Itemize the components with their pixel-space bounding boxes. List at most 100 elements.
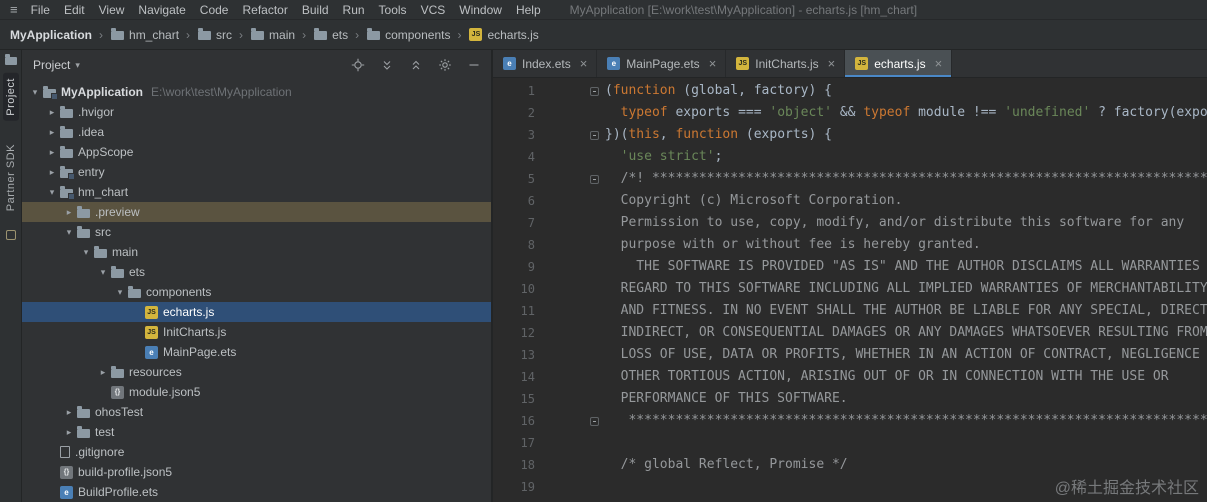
breadcrumb-item-hm-chart[interactable]: hm_chart [108,28,181,42]
chevron-down-icon[interactable]: ▾ [79,247,93,258]
tree-item-label: MyApplication [61,85,144,99]
breadcrumb-label: MyApplication [10,27,93,42]
tab-label: InitCharts.js [755,56,819,71]
module-folder-icon [60,185,75,200]
chevron-right-icon[interactable]: ▸ [45,127,59,138]
tree-item-label: InitCharts.js [163,325,227,339]
code-text: (function (global, factory) { [605,83,832,98]
gutter [535,102,605,124]
watermark: @稀土掘金技术社区 [1054,480,1199,497]
menu-item-refactor[interactable]: Refactor [235,1,294,19]
menu-item-view[interactable]: View [92,1,132,19]
menu-item-build[interactable]: Build [295,1,336,19]
tree-item-mainpage-ets[interactable]: e MainPage.ets [22,342,491,362]
breadcrumb-item-ets[interactable]: ets [311,28,350,42]
tree-item-buildprofile-ets[interactable]: e BuildProfile.ets [22,482,491,502]
breadcrumb-item-echarts-js[interactable]: JS echarts.js [466,28,540,42]
folder-icon [111,28,125,40]
breadcrumb-item-myapplication[interactable]: MyApplication [8,28,94,42]
menu-item-file[interactable]: File [24,1,57,19]
gutter [535,212,605,234]
menu-item-navigate[interactable]: Navigate [131,1,192,19]
chevron-down-icon[interactable]: ▾ [96,267,110,278]
chevron-down-icon[interactable]: ▾ [75,60,80,71]
collapse-all-icon[interactable] [409,58,423,72]
tree-item-resources[interactable]: ▸ resources [22,362,491,382]
chevron-right-icon[interactable]: ▸ [45,167,59,178]
menu-item-tools[interactable]: Tools [372,1,414,19]
tree-item-preview[interactable]: ▸ .preview [22,202,491,222]
chevron-down-icon[interactable]: ▾ [113,287,127,298]
code-area: 1 (function (global, factory) {2 typeof e… [493,78,1207,502]
tool-window-button-project[interactable]: Project [2,73,19,121]
tree-item-src[interactable]: ▾ src [22,222,491,242]
chevron-right-icon[interactable]: ▸ [62,207,76,218]
settings-gear-icon[interactable] [438,58,452,72]
tab-echarts-js[interactable]: JS echarts.js × [845,50,953,77]
tree-item-myapplication[interactable]: ▾ MyApplication E:\work\test\MyApplication [22,82,491,102]
tree-item-gitignore[interactable]: .gitignore [22,442,491,462]
breadcrumb-item-src[interactable]: src [195,28,234,42]
tree-item-label: build-profile.json5 [78,465,173,479]
locate-file-icon[interactable] [351,58,365,72]
tree-item-label: BuildProfile.ets [78,485,159,499]
folder-icon [128,285,141,298]
fold-icon[interactable] [590,86,599,96]
tree-item-hvigor[interactable]: ▸ .hvigor [22,102,491,122]
code-line: 8 purpose with or without fee is hereby … [493,234,1207,256]
tree-item-test[interactable]: ▸ test [22,422,491,442]
tree-item-label: entry [78,165,105,179]
close-tab-icon[interactable]: × [709,56,717,71]
tool-window-button-partner-sdk[interactable]: Partner SDK [3,139,19,216]
tree-item-main[interactable]: ▾ main [22,242,491,262]
chevron-down-icon[interactable]: ▾ [45,187,59,198]
expand-all-icon[interactable] [380,58,394,72]
tree-item-initcharts-js[interactable]: JS InitCharts.js [22,322,491,342]
menu-item-vcs[interactable]: VCS [414,1,453,19]
breadcrumb-item-components[interactable]: components [364,28,452,42]
tab-index-ets[interactable]: e Index.ets × [493,50,598,77]
tree-item-module-json5[interactable]: {} module.json5 [22,382,491,402]
chevron-right-icon[interactable]: ▸ [62,427,76,438]
tree-item-ohostest[interactable]: ▸ ohosTest [22,402,491,422]
tree-item-ets[interactable]: ▾ ets [22,262,491,282]
chevron-right-icon[interactable]: ▸ [45,107,59,118]
code-line: 6 Copyright (c) Microsoft Corporation. [493,190,1207,212]
tree-item-hm-chart[interactable]: ▾ hm_chart [22,182,491,202]
close-tab-icon[interactable]: × [828,56,836,71]
chevron-down-icon[interactable]: ▾ [28,87,42,98]
line-number: 12 [520,326,535,340]
menu-item-code[interactable]: Code [193,1,236,19]
tab-initcharts-js[interactable]: JS InitCharts.js × [726,50,846,77]
main-menu-icon[interactable]: ≡ [4,2,24,17]
close-tab-icon[interactable]: × [580,56,588,71]
tree-item-label: components [146,285,212,299]
chevron-right-icon[interactable]: ▸ [45,147,59,158]
code-line: 1 (function (global, factory) { [493,80,1207,102]
breadcrumb-item-main[interactable]: main [248,28,297,42]
tree-item-build-profile-json5[interactable]: {} build-profile.json5 [22,462,491,482]
tree-item-components[interactable]: ▾ components [22,282,491,302]
tab-mainpage-ets[interactable]: e MainPage.ets × [597,50,727,77]
chevron-down-icon[interactable]: ▾ [62,227,76,238]
close-tab-icon[interactable]: × [935,56,943,71]
fold-icon[interactable] [590,174,599,184]
fold-icon[interactable] [590,416,599,426]
chevron-right-icon[interactable]: ▸ [96,367,110,378]
project-tool-icon[interactable] [4,54,17,65]
sdk-tool-icon[interactable] [5,230,16,240]
main-body: Project Partner SDK Project ▾ ▾ MyApplica… [0,50,1207,502]
menu-item-help[interactable]: Help [509,1,548,19]
hide-panel-icon[interactable] [467,58,481,72]
project-panel-title[interactable]: Project [30,58,73,72]
tree-item-idea[interactable]: ▸ .idea [22,122,491,142]
menu-item-window[interactable]: Window [452,1,509,19]
chevron-right-icon[interactable]: ▸ [62,407,76,418]
fold-icon[interactable] [590,130,599,140]
menu-item-run[interactable]: Run [336,1,372,19]
breadcrumb-separator: › [355,27,360,42]
menu-item-edit[interactable]: Edit [57,1,92,19]
tree-item-echarts-js[interactable]: JS echarts.js [22,302,491,322]
tree-item-appscope[interactable]: ▸ AppScope [22,142,491,162]
tree-item-entry[interactable]: ▸ entry [22,162,491,182]
